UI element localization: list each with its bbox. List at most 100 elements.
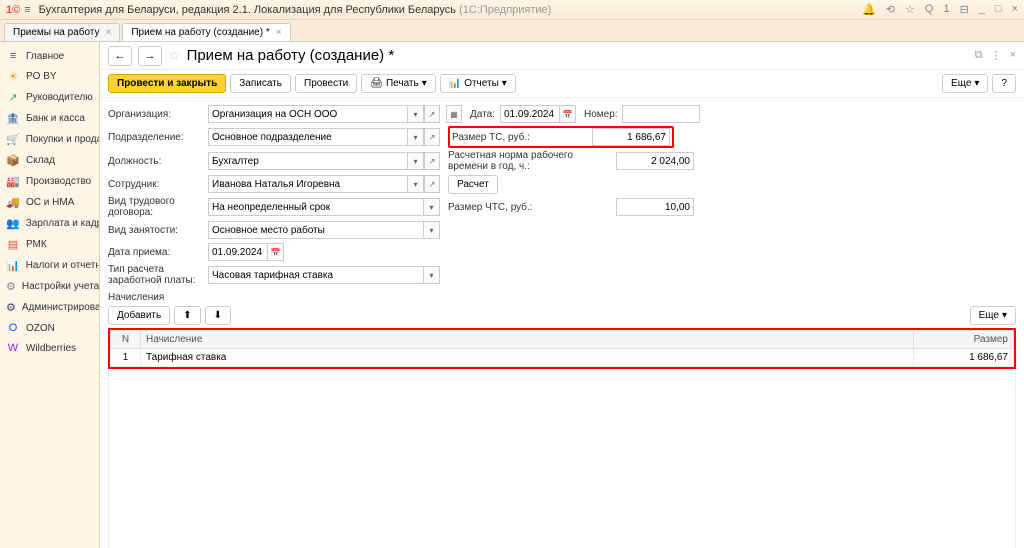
tab-hirings[interactable]: Приемы на работу × xyxy=(4,23,120,41)
dropdown-icon[interactable]: ▾ xyxy=(408,105,424,123)
contract-field[interactable] xyxy=(208,198,424,216)
table-empty-space[interactable] xyxy=(108,369,1016,548)
sidebar-item-label: Склад xyxy=(26,155,55,166)
menu-icon[interactable]: ≡ xyxy=(24,4,30,16)
dept-field[interactable] xyxy=(208,128,408,146)
history-icon[interactable]: ⟲ xyxy=(886,3,895,16)
sidebar-item-2[interactable]: ↗Руководителю xyxy=(0,87,99,108)
page-header: ← → ☆ Прием на работу (создание) * ⧉ ⋮ × xyxy=(100,42,1024,70)
sidebar-icon: ⚙ xyxy=(6,280,16,293)
list-icon[interactable]: ▦ xyxy=(446,105,462,123)
paytype-label: Тип расчета заработной платы: xyxy=(108,264,208,286)
close-icon[interactable]: × xyxy=(1012,3,1018,16)
emptype-field[interactable] xyxy=(208,221,424,239)
dropdown-icon[interactable]: ▾ xyxy=(408,152,424,170)
bell-icon[interactable]: 🔔 xyxy=(862,3,876,16)
app-title: Бухгалтерия для Беларуси, редакция 2.1. … xyxy=(39,4,862,16)
sidebar-item-label: PO BY xyxy=(26,71,57,82)
post-button[interactable]: Провести xyxy=(295,74,357,93)
search-icon[interactable]: Q xyxy=(925,3,934,16)
sidebar-item-5[interactable]: 📦Склад xyxy=(0,150,99,171)
sidebar-icon: ↗ xyxy=(6,91,20,104)
tab-label: Прием на работу (создание) * xyxy=(131,27,269,38)
sidebar-item-7[interactable]: 🚚ОС и НМА xyxy=(0,192,99,213)
sidebar-item-11[interactable]: ⚙Настройки учета xyxy=(0,276,99,297)
tab-hiring-create[interactable]: Прием на работу (создание) * × xyxy=(122,23,290,41)
sidebar-item-12[interactable]: ⚙Администрирование xyxy=(0,297,99,318)
star-icon[interactable]: ☆ xyxy=(905,3,915,16)
write-button[interactable]: Записать xyxy=(230,74,291,93)
open-icon[interactable]: ↗ xyxy=(424,105,440,123)
maximize-icon[interactable]: □ xyxy=(995,3,1002,16)
col-n[interactable]: N xyxy=(111,331,141,349)
sidebar-item-9[interactable]: ▤ РМК xyxy=(0,234,99,255)
sidebar-item-13[interactable]: OOZON xyxy=(0,318,99,338)
number-label: Номер: xyxy=(584,109,622,120)
print-button[interactable]: 🖨 Печать ▾ xyxy=(361,74,436,93)
open-icon[interactable]: ↗ xyxy=(424,152,440,170)
dropdown-icon[interactable]: ▾ xyxy=(408,128,424,146)
table-row[interactable]: 1 Тарифная ставка 1 686,67 xyxy=(111,349,1014,367)
hiredate-label: Дата приема: xyxy=(108,247,208,258)
close-icon[interactable]: × xyxy=(1010,49,1016,62)
sidebar-item-label: Банк и касса xyxy=(26,113,85,124)
kebab-icon[interactable]: ⋮ xyxy=(991,49,1002,62)
reports-button[interactable]: 📊 Отчеты ▾ xyxy=(440,74,516,93)
dropdown-icon[interactable]: ▾ xyxy=(408,175,424,193)
norm-label: Расчетная норма рабочего времени в год, … xyxy=(448,150,616,172)
number-field[interactable] xyxy=(622,105,700,123)
add-button[interactable]: Добавить xyxy=(108,306,170,325)
sidebar-item-0[interactable]: ≡Главное xyxy=(0,46,99,66)
position-field[interactable] xyxy=(208,152,408,170)
sidebar-icon: W xyxy=(6,342,20,354)
employee-field[interactable] xyxy=(208,175,408,193)
date-field[interactable] xyxy=(500,105,560,123)
sidebar-item-4[interactable]: 🛒Покупки и продажи xyxy=(0,129,99,150)
ts-field[interactable] xyxy=(592,128,670,146)
user-icon[interactable]: 1 xyxy=(943,3,949,16)
move-up-button[interactable]: ⬆ xyxy=(174,306,200,325)
sidebar-icon: 📊 xyxy=(6,259,20,272)
titlebar: 1© ≡ Бухгалтерия для Беларуси, редакция … xyxy=(0,0,1024,20)
minimize-icon[interactable]: _ xyxy=(979,3,985,16)
paytype-field[interactable] xyxy=(208,266,424,284)
hiredate-field[interactable] xyxy=(208,243,268,261)
dropdown-icon[interactable]: ▾ xyxy=(424,198,440,216)
more-button[interactable]: Еще ▾ xyxy=(970,306,1016,325)
sidebar-item-3[interactable]: 🏦Банк и касса xyxy=(0,108,99,129)
move-down-button[interactable]: ⬇ xyxy=(205,306,231,325)
back-button[interactable]: ← xyxy=(108,46,132,66)
open-icon[interactable]: ↗ xyxy=(424,175,440,193)
sidebar: ≡Главное☀PO BY↗Руководителю🏦Банк и касса… xyxy=(0,42,100,548)
page-title: Прием на работу (создание) * xyxy=(187,47,969,64)
sidebar-item-label: РМК xyxy=(26,239,47,250)
open-icon[interactable]: ↗ xyxy=(424,128,440,146)
post-close-button[interactable]: Провести и закрыть xyxy=(108,74,226,93)
sidebar-item-1[interactable]: ☀PO BY xyxy=(0,66,99,87)
norm-field[interactable] xyxy=(616,152,694,170)
sidebar-item-10[interactable]: 📊Налоги и отчетность xyxy=(0,255,99,276)
more-button[interactable]: Еще ▾ xyxy=(942,74,988,93)
chts-field[interactable] xyxy=(616,198,694,216)
close-icon[interactable]: × xyxy=(105,27,111,38)
calc-button[interactable]: Расчет xyxy=(448,175,498,194)
help-button[interactable]: ? xyxy=(992,74,1016,93)
calendar-icon[interactable]: 📅 xyxy=(268,243,284,261)
favorite-icon[interactable]: ☆ xyxy=(168,47,181,64)
settings-icon[interactable]: ⊟ xyxy=(960,3,969,16)
accruals-table[interactable]: N Начисление Размер 1 Тарифная ставка 1 … xyxy=(110,330,1014,367)
dropdown-icon[interactable]: ▾ xyxy=(424,266,440,284)
sidebar-item-14[interactable]: WWildberries xyxy=(0,338,99,358)
org-field[interactable] xyxy=(208,105,408,123)
sidebar-item-6[interactable]: 🏭Производство xyxy=(0,171,99,192)
calendar-icon[interactable]: 📅 xyxy=(560,105,576,123)
dropdown-icon[interactable]: ▾ xyxy=(424,221,440,239)
sidebar-item-8[interactable]: 👥Зарплата и кадры xyxy=(0,213,99,234)
sidebar-icon: 👥 xyxy=(6,217,20,230)
col-name[interactable]: Начисление xyxy=(141,331,914,349)
col-size[interactable]: Размер xyxy=(914,331,1014,349)
link-icon[interactable]: ⧉ xyxy=(975,49,983,62)
forward-button[interactable]: → xyxy=(138,46,162,66)
sidebar-icon: ▤ xyxy=(6,238,20,251)
close-icon[interactable]: × xyxy=(276,27,282,38)
